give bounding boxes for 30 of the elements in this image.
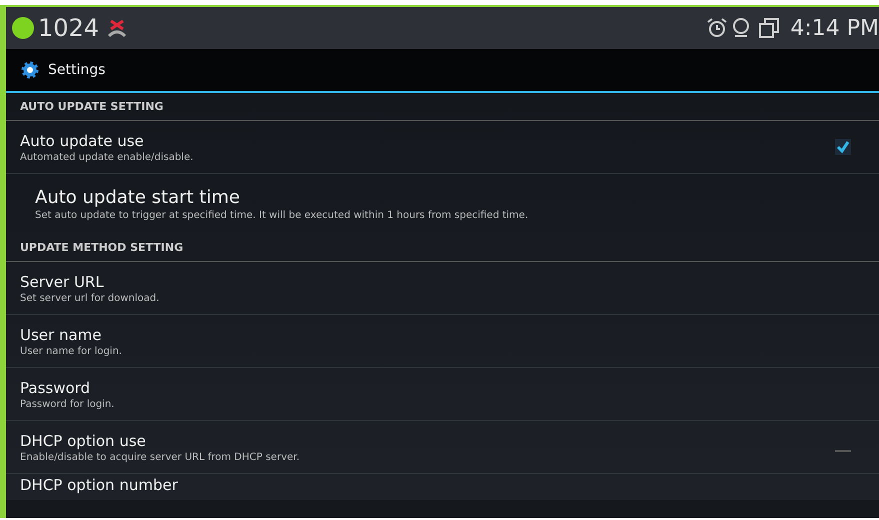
preference-summary: Set auto update to trigger at specified time. It will be executed within 1 hours from specified time.	[35, 210, 530, 221]
extension-number: 1024	[38, 14, 100, 42]
preference-title: User name	[20, 326, 102, 344]
windows-icon	[758, 17, 780, 39]
section-header: AUTO UPDATE SETTING	[6, 93, 879, 121]
missed-call-icon	[107, 18, 128, 38]
preference-summary: Enable/disable to acquire server URL from DHCP server.	[20, 452, 301, 462]
preference-title: Auto update start time	[35, 187, 241, 208]
preference-summary: Password for login.	[20, 398, 116, 410]
preference-row[interactable]: Auto update start time Set auto update to trigger at specified time. It will be executed within 1 hours from specified time.	[6, 174, 879, 234]
preference-title: Password	[20, 378, 92, 396]
section-header: UPDATE METHOD SETTING	[6, 234, 879, 262]
preference-title: Server URL	[20, 272, 105, 290]
preference-row[interactable]: Server URL Set server url for download.	[6, 262, 879, 315]
preference-summary: User name for login.	[20, 346, 123, 356]
screen-title: Settings	[48, 62, 106, 78]
preference-row[interactable]: DHCP option use Enable/disable to acquire server URL from DHCP server.	[6, 421, 879, 474]
alarm-clock-icon	[706, 17, 728, 39]
preference-title: Auto update use	[20, 132, 145, 150]
preference-row[interactable]: Auto update use Automated update enable/disable.	[6, 121, 879, 174]
preference-title: DHCP option number	[20, 476, 178, 494]
preference-summary: Automated update enable/disable.	[20, 152, 194, 162]
preference-row[interactable]: Password Password for login.	[6, 368, 879, 421]
preference-summary: Set server url for download.	[20, 292, 160, 304]
preference-title: DHCP option use	[20, 432, 147, 450]
preference-row[interactable]: User name User name for login.	[6, 315, 879, 368]
gear-icon	[20, 60, 40, 80]
presence-dot-icon	[12, 17, 34, 39]
clock-time: 4:14 PM	[790, 16, 879, 40]
checkbox[interactable]	[835, 139, 851, 155]
